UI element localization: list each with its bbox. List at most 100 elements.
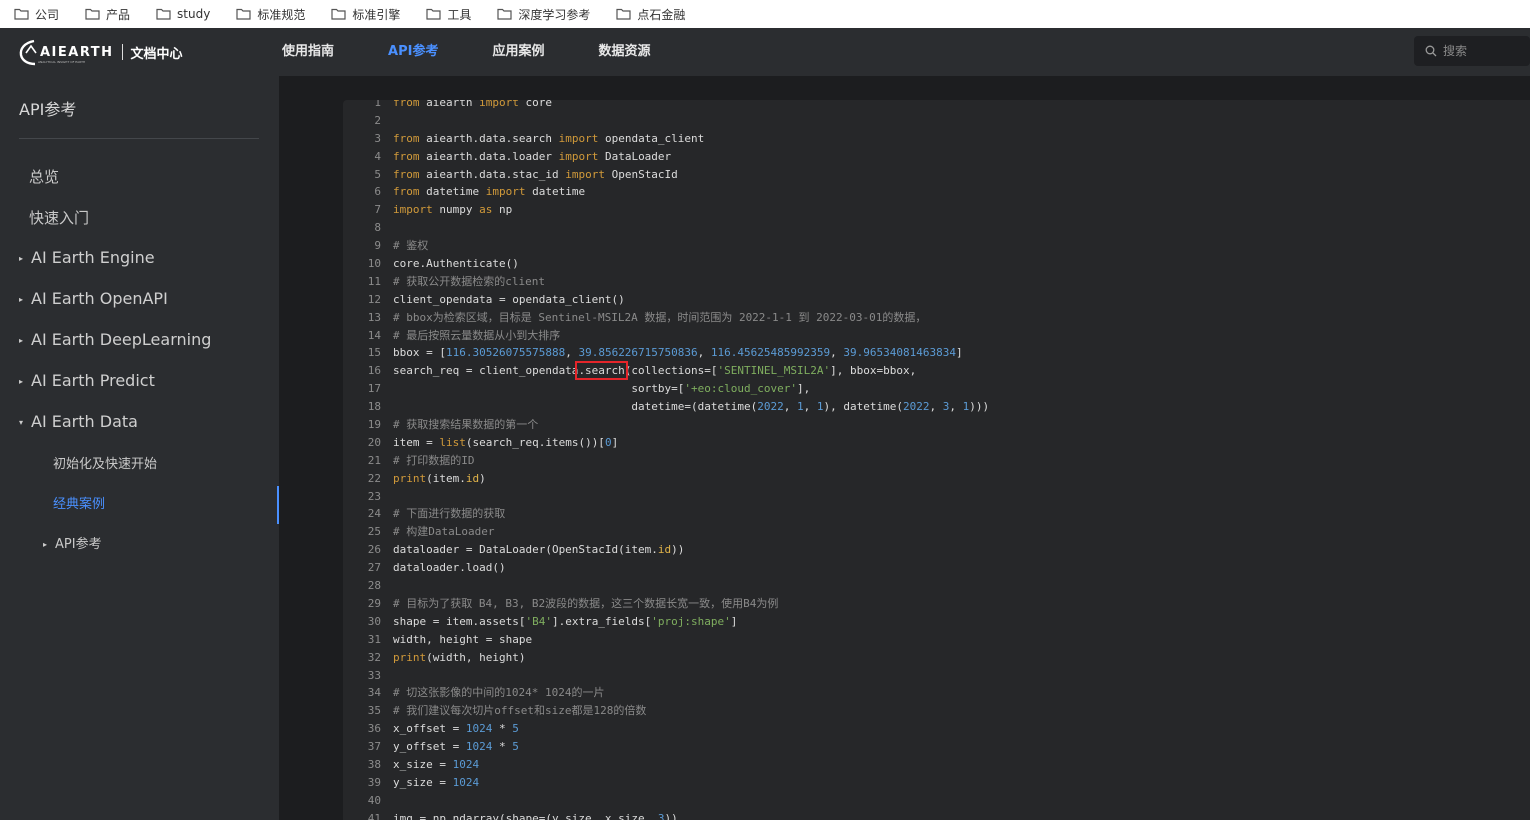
code-line: 9 # 鉴权 <box>343 237 1530 255</box>
logo-subtext: ANALYTICAL INSIGHT OF EARTH <box>38 59 86 64</box>
bookmark-label: 产品 <box>106 7 131 22</box>
line-number: 32 <box>367 650 381 664</box>
code-line: 6 from datetime import datetime <box>343 183 1530 201</box>
code-line: 28 <box>343 577 1530 595</box>
line-number: 24 <box>367 507 381 521</box>
caret-right-icon: ▸ <box>19 295 24 304</box>
code-line: 27 dataloader.load() <box>343 559 1530 577</box>
bookmark-item[interactable]: 标准规范 <box>222 0 317 28</box>
code-text: print(item.id) <box>393 471 486 485</box>
code-text: # 切这张影像的中间的1024* 1024的一片 <box>393 686 605 700</box>
code-line: 7 import numpy as np <box>343 201 1530 219</box>
bookmark-item[interactable]: 公司 <box>0 0 71 28</box>
code-line: 22 print(item.id) <box>343 470 1530 488</box>
bookmark-item[interactable]: 产品 <box>71 0 142 28</box>
code-line: 38 x_size = 1024 <box>343 756 1530 774</box>
sidebar-divider <box>19 138 259 139</box>
line-number: 7 <box>374 203 381 217</box>
code-text: # 获取公开数据检索的client <box>393 274 545 288</box>
code-text: dataloader = DataLoader(OpenStacId(item.… <box>393 543 685 557</box>
bookmark-label: 公司 <box>35 7 60 22</box>
bookmark-item[interactable]: 标准引擎 <box>317 0 412 28</box>
bookmark-label: 深度学习参考 <box>518 7 591 22</box>
sidebar-item[interactable]: ▸ AI Earth OpenAPI <box>0 289 279 308</box>
caret-right-icon: ▸ <box>19 377 24 386</box>
folder-icon <box>14 8 29 20</box>
folder-icon <box>497 8 512 20</box>
line-number: 40 <box>367 793 381 807</box>
sidebar-item[interactable]: 快速入门 <box>0 207 279 228</box>
folder-icon <box>331 8 346 20</box>
sidebar-item[interactable]: 总览 <box>0 166 279 187</box>
sidebar-item-label: AI Earth OpenAPI <box>31 289 168 308</box>
line-number: 10 <box>367 257 381 271</box>
nav-api-reference[interactable]: API参考 <box>388 28 438 76</box>
code-line: 3 from aiearth.data.search import opendat… <box>343 130 1530 148</box>
code-text: from aiearth.data.search import opendata… <box>393 131 705 145</box>
folder-icon <box>616 8 631 20</box>
sidebar-item-label: AI Earth DeepLearning <box>31 330 212 349</box>
code-text: # 构建DataLoader <box>393 525 495 539</box>
code-line: 1 from aiearth import core <box>343 100 1530 112</box>
code-text: core.Authenticate() <box>393 257 519 271</box>
highlighted-search-token: .search <box>575 361 628 381</box>
logo-divider <box>121 44 123 60</box>
code-line: 33 <box>343 667 1530 685</box>
sidebar-item-label: AI Earth Engine <box>31 248 155 267</box>
sidebar-item[interactable]: ▸ API参考 <box>0 533 279 552</box>
code-text: import numpy as np <box>393 203 513 217</box>
site-header: AIEARTH ANALYTICAL INSIGHT OF EARTH 文档中心… <box>0 28 1530 76</box>
line-number: 16 <box>367 364 381 378</box>
code-line: 36 x_offset = 1024 * 5 <box>343 720 1530 738</box>
nav-data-resources[interactable]: 数据资源 <box>598 28 650 76</box>
code-text: y_size = 1024 <box>393 775 480 789</box>
line-number: 25 <box>367 525 381 539</box>
code-line: 15 bbox = [116.30526075575888, 39.8562267… <box>343 344 1530 362</box>
code-text: y_offset = 1024 * 5 <box>393 740 519 754</box>
code-line: 40 <box>343 792 1530 810</box>
sidebar-item-label: 初始化及快速开始 <box>53 457 158 472</box>
line-number: 4 <box>374 149 381 163</box>
code-line: 41 img = np.ndarray(shape=(y_size, x_size… <box>343 810 1530 820</box>
bookmark-item[interactable]: 工具 <box>412 0 483 28</box>
code-line: 25 # 构建DataLoader <box>343 523 1530 541</box>
code-text: search_req = client_opendata.search(coll… <box>393 361 917 381</box>
sidebar-item[interactable]: 经典案例 <box>0 493 279 512</box>
code-line: 37 y_offset = 1024 * 5 <box>343 738 1530 756</box>
line-number: 14 <box>367 328 381 342</box>
logo-mark-icon <box>19 39 37 66</box>
code-line: 12 client_opendata = opendata_client() <box>343 291 1530 309</box>
line-number: 13 <box>367 310 381 324</box>
code-text: # 目标为了获取 B4, B3, B2波段的数据，这三个数据长宽一致，使用B4为… <box>393 596 779 610</box>
bookmark-item[interactable]: study <box>142 0 222 28</box>
code-line: 8 <box>343 219 1530 237</box>
nav-guide[interactable]: 使用指南 <box>282 28 334 76</box>
code-line: 16 search_req = client_opendata.search(co… <box>343 361 1530 381</box>
bookmark-label: 标准引擎 <box>352 7 401 22</box>
sidebar-item[interactable]: ▾ AI Earth Data <box>0 412 279 431</box>
line-number: 30 <box>367 614 381 628</box>
folder-icon <box>236 8 251 20</box>
sidebar-item-label: AI Earth Predict <box>31 371 155 390</box>
code-line: 21 # 打印数据的ID <box>343 452 1530 470</box>
line-number: 35 <box>367 704 381 718</box>
sidebar-item[interactable]: 初始化及快速开始 <box>0 453 279 472</box>
search-input[interactable] <box>1441 43 1525 59</box>
line-number: 21 <box>367 453 381 467</box>
site-logo[interactable]: AIEARTH ANALYTICAL INSIGHT OF EARTH 文档中心 <box>18 37 183 67</box>
bookmark-label: 标准规范 <box>257 7 306 22</box>
line-number: 6 <box>374 185 381 199</box>
search-box[interactable] <box>1414 36 1530 66</box>
sidebar-item-label: 总览 <box>29 168 60 186</box>
sidebar-item[interactable]: ▸ AI Earth DeepLearning <box>0 330 279 349</box>
sidebar-item[interactable]: ▸ AI Earth Predict <box>0 371 279 390</box>
line-number: 31 <box>367 632 381 646</box>
line-number: 3 <box>374 131 381 145</box>
sidebar-item-label: 快速入门 <box>29 209 90 227</box>
sidebar-item[interactable]: ▸ AI Earth Engine <box>0 248 279 267</box>
bookmark-item[interactable]: 深度学习参考 <box>483 0 602 28</box>
bookmark-item[interactable]: 点石金融 <box>602 0 697 28</box>
code-line: 17 sortby=['+eo:cloud_cover'], <box>343 380 1530 398</box>
nav-use-cases[interactable]: 应用案例 <box>492 28 544 76</box>
bookmark-label: 工具 <box>447 7 472 22</box>
